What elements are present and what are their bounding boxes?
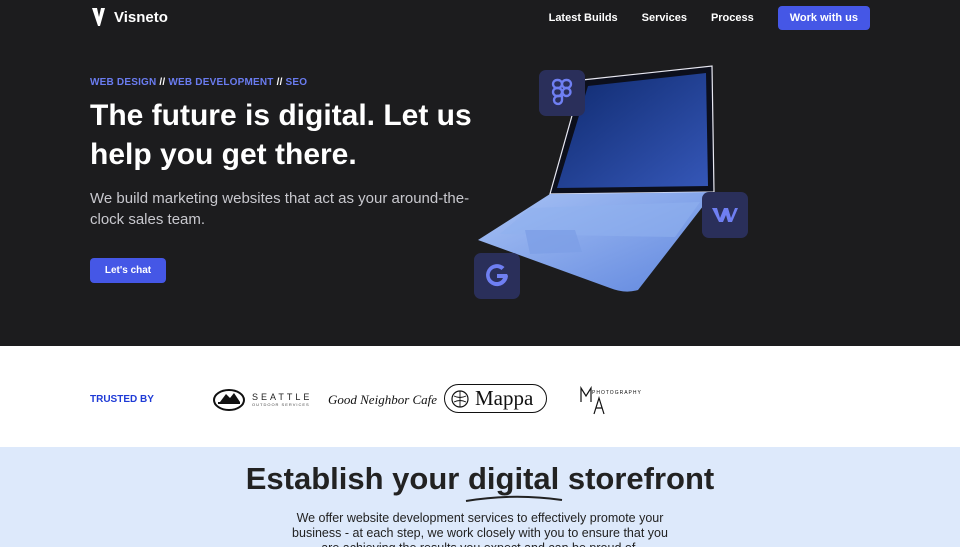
brand-logo[interactable]: Visneto: [92, 8, 168, 26]
eyebrow-web-design: WEB DESIGN: [90, 77, 157, 88]
trusted-by-section: TRUSTED BY SEATTLE OUTDOOR SERVICES Good…: [0, 346, 960, 447]
mappa-logo: Mappa: [444, 384, 547, 413]
eyebrow-web-development: WEB DEVELOPMENT: [168, 77, 274, 88]
top-nav: Latest Builds Services Process Work with…: [549, 6, 870, 30]
nav-process[interactable]: Process: [711, 12, 754, 24]
hero-subheading: We build marketing websites that act as …: [90, 190, 470, 228]
ma-photography-logo: PHOTOGRAPHY: [580, 385, 650, 421]
storefront-heading: Establish your digital storefront: [0, 461, 960, 502]
seattle-emblem-icon: [213, 389, 245, 411]
lets-chat-button[interactable]: Let's chat: [90, 258, 166, 283]
visneto-logo-icon: [92, 8, 105, 26]
nav-services[interactable]: Services: [642, 12, 687, 24]
trusted-by-label: TRUSTED BY: [90, 394, 154, 405]
nav-latest-builds[interactable]: Latest Builds: [549, 12, 618, 24]
google-icon: [474, 253, 520, 299]
hero-headline: The future is digital. Let us help you g…: [90, 99, 472, 171]
hero-eyebrow: WEB DESIGN // WEB DEVELOPMENT // SEO: [90, 77, 308, 88]
work-with-us-button[interactable]: Work with us: [777, 6, 870, 30]
seattle-outdoor-logo: SEATTLE OUTDOOR SERVICES: [212, 386, 312, 412]
brand-name: Visneto: [114, 8, 168, 26]
storefront-section: Establish your digital storefront We off…: [0, 447, 960, 547]
globe-icon: [451, 389, 469, 408]
underline-swoosh-icon: [465, 495, 563, 502]
good-neighbor-cafe-logo: Good Neighbor Cafe: [328, 392, 438, 407]
figma-icon: [539, 70, 585, 116]
digital-emphasis: digital: [465, 461, 563, 502]
eyebrow-seo: SEO: [285, 77, 308, 88]
webflow-icon: [702, 192, 748, 238]
hero-section: Visneto Latest Builds Services Process W…: [0, 0, 960, 346]
storefront-description: We offer website development services to…: [292, 511, 668, 547]
